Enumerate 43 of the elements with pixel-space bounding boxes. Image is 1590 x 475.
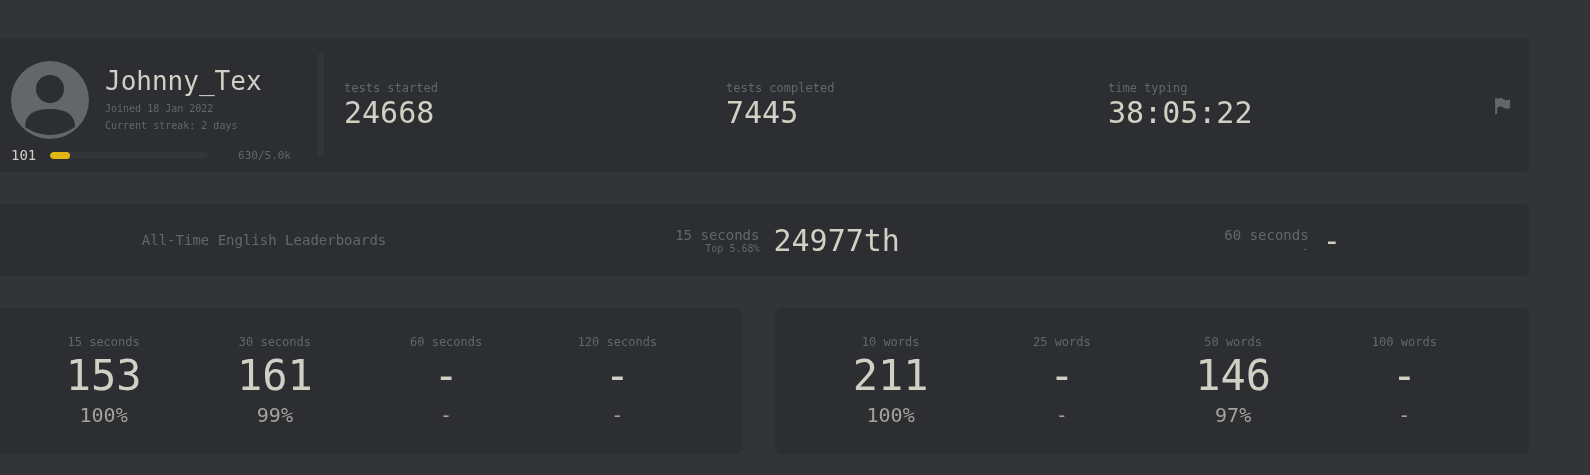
mode-label: 120 seconds (576, 335, 659, 349)
avatar-icon (11, 61, 89, 139)
mode-label: 30 seconds (237, 335, 312, 349)
leaderboard-title: All-Time English Leaderboards (140, 232, 388, 248)
accuracy-value: - (1054, 403, 1069, 427)
wpm-value: - (432, 350, 460, 402)
mode-label: 15 seconds (66, 335, 141, 349)
wpm-value: - (603, 350, 631, 402)
stat-value: 24668 (344, 94, 436, 130)
wpm-value: 146 (1194, 350, 1273, 402)
level-number: 101 (11, 147, 37, 163)
wpm-value: - (1048, 350, 1076, 402)
wpm-value: 153 (64, 350, 143, 402)
stat-label: tests started (344, 80, 439, 95)
accuracy-value: 99% (255, 403, 294, 427)
stat-value: 38:05:22 (1108, 94, 1254, 130)
leaderboard-percentile: Top 5.68% (704, 242, 760, 254)
flag-icon[interactable] (1493, 96, 1510, 114)
mode-label: 50 words (1203, 335, 1263, 349)
accuracy-value: 100% (78, 403, 129, 427)
wpm-value: 211 (851, 350, 930, 402)
leaderboard-label: 15 seconds (675, 226, 760, 243)
wpm-value: - (1390, 350, 1418, 402)
mode-label: 60 seconds (409, 335, 484, 349)
accuracy-value: - (1397, 403, 1412, 427)
leaderboard-rank: - (1322, 222, 1341, 258)
accuracy-value: - (439, 403, 454, 427)
leaderboard-rank: 24977th (773, 222, 900, 258)
joined-date: Joined 18 Jan 2022 (105, 102, 215, 116)
stat-label: time typing (1108, 80, 1189, 95)
stat-label: tests completed (726, 80, 836, 95)
accuracy-value: 100% (865, 403, 916, 427)
accuracy-value: - (610, 403, 625, 427)
xp-count: 630/5.0k (238, 148, 291, 162)
mode-label: 100 words (1370, 335, 1438, 349)
stat-value: 7445 (726, 94, 799, 130)
wpm-value: 161 (235, 350, 314, 402)
mode-label: 25 words (1031, 335, 1092, 349)
accuracy-value: 97% (1214, 403, 1253, 427)
username: Johnny_Tex (105, 66, 262, 96)
mode-label: 10 words (860, 335, 921, 349)
leaderboard-percentile: - (1301, 242, 1309, 254)
leaderboard-label: 60 seconds (1224, 226, 1309, 243)
